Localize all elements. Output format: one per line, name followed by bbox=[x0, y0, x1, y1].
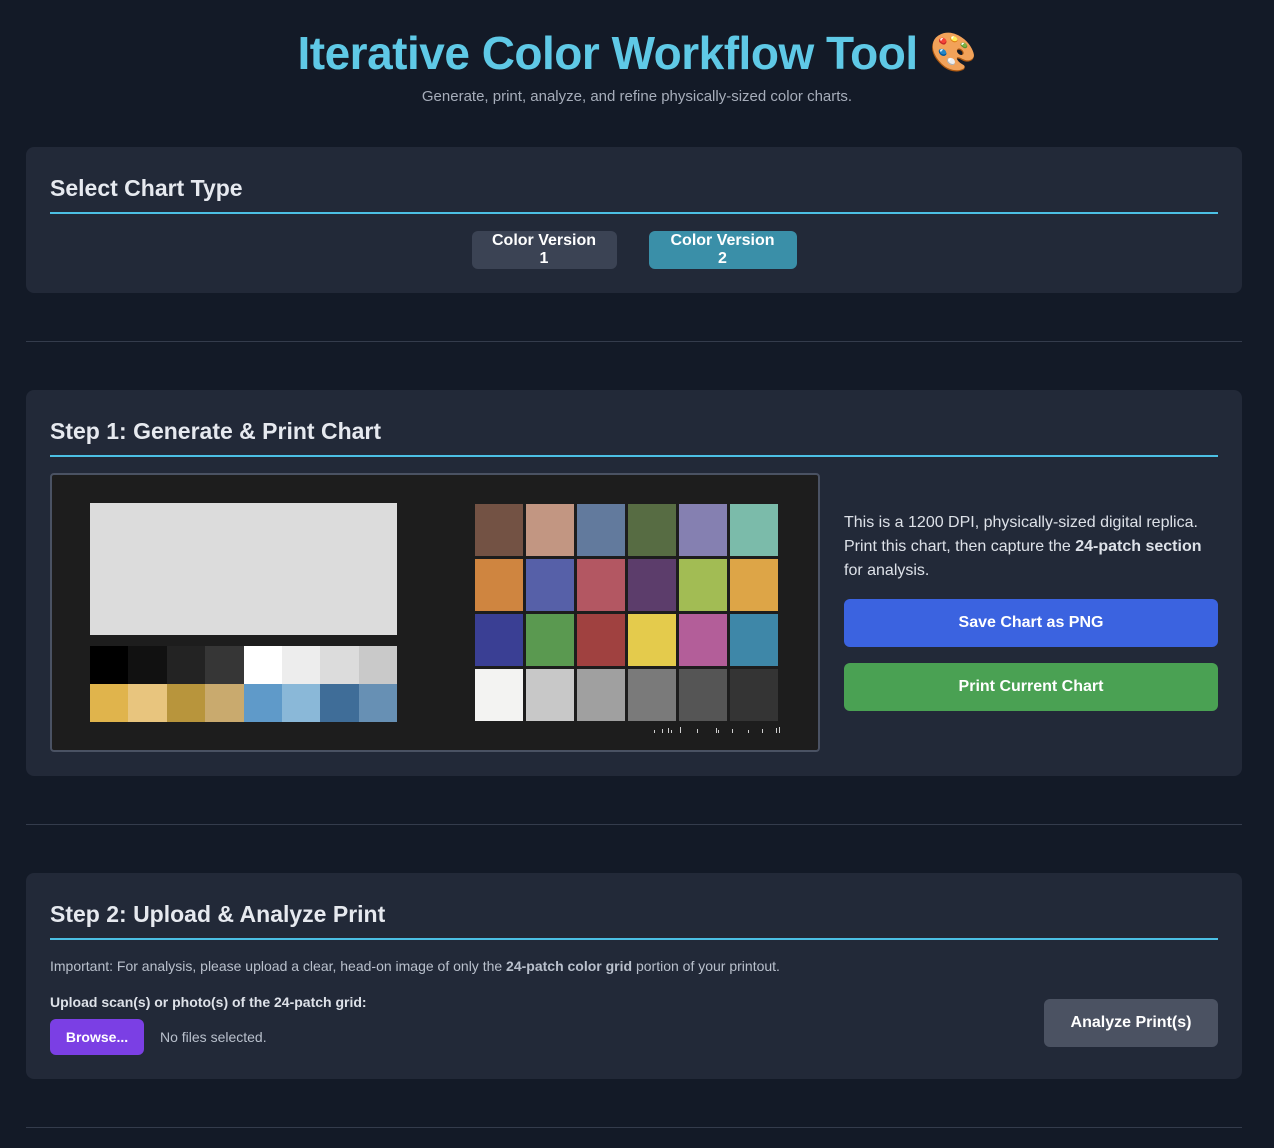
chart-type-card: Select Chart Type Color Version 1 Color … bbox=[26, 147, 1242, 293]
color-strip bbox=[90, 684, 398, 722]
large-gray-patch bbox=[90, 503, 397, 635]
page-subtitle: Generate, print, analyze, and refine phy… bbox=[421, 88, 853, 105]
upload-label: Upload scan(s) or photo(s) of the 24-pat… bbox=[50, 994, 367, 1010]
analyze-prints-button[interactable]: Analyze Print(s) bbox=[1044, 999, 1218, 1047]
chart-type-heading: Select Chart Type bbox=[50, 147, 1218, 214]
file-upload-row: Browse... No files selected. bbox=[50, 1019, 1218, 1055]
registration-ticks bbox=[654, 727, 780, 733]
color-strip-patch-5 bbox=[243, 684, 282, 722]
color-strip-patch-1 bbox=[90, 684, 129, 722]
step1-heading: Step 1: Generate & Print Chart bbox=[50, 390, 1218, 457]
color-patch-8 bbox=[526, 559, 574, 611]
color-patch-23 bbox=[679, 669, 727, 721]
color-patch-22 bbox=[628, 669, 676, 721]
color-strip-patch-7 bbox=[320, 684, 359, 722]
color-patch-21 bbox=[577, 669, 625, 721]
section-divider bbox=[26, 341, 1242, 342]
step1-description-bold: 24-patch section bbox=[1075, 538, 1202, 555]
24-patch-grid bbox=[475, 504, 778, 721]
gray-strip-patch-7 bbox=[320, 646, 359, 684]
gray-strip-patch-6 bbox=[281, 646, 321, 684]
grayscale-strip bbox=[90, 646, 398, 684]
step1-card: Step 1: Generate & Print Chart This is a… bbox=[26, 390, 1242, 776]
color-patch-17 bbox=[679, 614, 727, 666]
color-strip-patch-4 bbox=[205, 684, 244, 722]
color-patch-18 bbox=[730, 614, 778, 666]
upload-instructions-text: Important: For analysis, please upload a… bbox=[50, 958, 507, 974]
gray-strip-patch-1 bbox=[90, 646, 129, 684]
gray-strip-patch-5 bbox=[243, 646, 282, 684]
color-strip-patch-2 bbox=[128, 684, 167, 722]
step1-side-panel: This is a 1200 DPI, physically-sized dig… bbox=[820, 473, 1218, 752]
color-patch-9 bbox=[577, 559, 625, 611]
gray-strip-patch-4 bbox=[205, 646, 244, 684]
file-status: No files selected. bbox=[160, 1029, 267, 1045]
color-version-2-button[interactable]: Color Version 2 bbox=[648, 231, 797, 269]
page-header: Iterative Color Workflow Tool 🎨 Generate… bbox=[0, 0, 1274, 105]
page-title-text: Iterative Color Workflow Tool bbox=[297, 27, 918, 79]
color-patch-11 bbox=[679, 559, 727, 611]
color-patch-1 bbox=[475, 504, 523, 556]
gray-strip-patch-3 bbox=[166, 646, 206, 684]
color-strip-patch-8 bbox=[358, 684, 398, 722]
step1-description-end: for analysis. bbox=[844, 562, 930, 579]
section-divider bbox=[26, 824, 1242, 825]
color-patch-20 bbox=[526, 669, 574, 721]
gray-strip-patch-8 bbox=[358, 646, 398, 684]
step1-body: This is a 1200 DPI, physically-sized dig… bbox=[50, 473, 1218, 752]
chart-type-options: Color Version 1 Color Version 2 bbox=[50, 231, 1218, 269]
color-patch-3 bbox=[577, 504, 625, 556]
step2-heading: Step 2: Upload & Analyze Print bbox=[50, 873, 1218, 940]
upload-instructions-end: portion of your printout. bbox=[632, 958, 780, 974]
color-patch-24 bbox=[730, 669, 778, 721]
color-patch-5 bbox=[679, 504, 727, 556]
save-chart-png-button[interactable]: Save Chart as PNG bbox=[844, 599, 1218, 647]
color-patch-7 bbox=[475, 559, 523, 611]
palette-icon: 🎨 bbox=[929, 32, 977, 74]
upload-instructions-bold: 24-patch color grid bbox=[506, 958, 633, 974]
gray-strip-patch-2 bbox=[128, 646, 167, 684]
color-patch-6 bbox=[730, 504, 778, 556]
step1-description: This is a 1200 DPI, physically-sized dig… bbox=[844, 511, 1218, 583]
color-patch-14 bbox=[526, 614, 574, 666]
print-chart-button[interactable]: Print Current Chart bbox=[844, 663, 1218, 711]
color-strip-patch-3 bbox=[166, 684, 206, 722]
color-patch-15 bbox=[577, 614, 625, 666]
step2-card: Step 2: Upload & Analyze Print Important… bbox=[26, 873, 1242, 1079]
page-title: Iterative Color Workflow Tool 🎨 bbox=[297, 26, 977, 80]
color-strip-patch-6 bbox=[281, 684, 321, 722]
color-patch-2 bbox=[526, 504, 574, 556]
color-patch-19 bbox=[475, 669, 523, 721]
color-patch-12 bbox=[730, 559, 778, 611]
color-patch-13 bbox=[475, 614, 523, 666]
browse-files-button[interactable]: Browse... bbox=[50, 1019, 144, 1055]
color-patch-4 bbox=[628, 504, 676, 556]
color-version-1-button[interactable]: Color Version 1 bbox=[471, 231, 617, 269]
upload-instructions: Important: For analysis, please upload a… bbox=[50, 958, 1218, 974]
color-patch-10 bbox=[628, 559, 676, 611]
color-chart-preview bbox=[50, 473, 820, 752]
section-divider bbox=[26, 1127, 1242, 1128]
color-patch-16 bbox=[628, 614, 676, 666]
